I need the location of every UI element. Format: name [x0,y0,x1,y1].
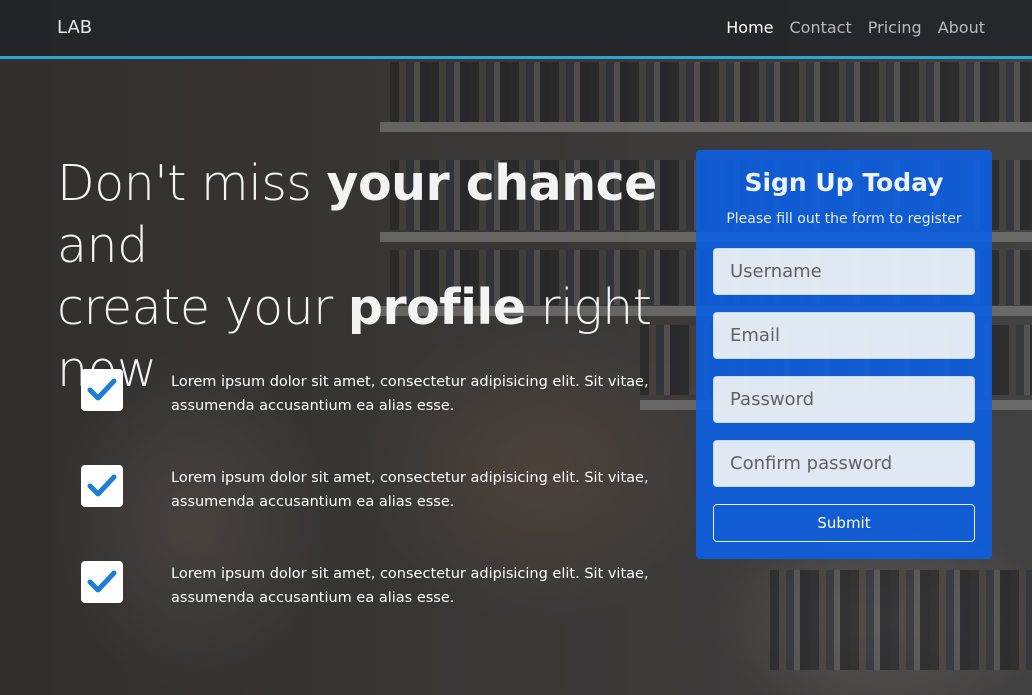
nav-home[interactable]: Home [726,18,773,37]
nav-contact[interactable]: Contact [790,18,852,37]
brand-logo[interactable]: LAB [57,17,92,38]
signup-subtitle: Please fill out the form to register [726,211,962,227]
checkbox-icon [81,465,123,507]
feature-text: Lorem ipsum dolor sit amet, consectetur … [171,470,649,510]
password-input[interactable] [713,376,975,423]
nav-links: Home Contact Pricing About [726,18,985,37]
headline-text: Don't miss [57,155,327,212]
confirm-password-input[interactable] [713,440,975,487]
feature-item: Lorem ipsum dolor sit amet, consectetur … [81,369,681,417]
headline-text: create your [57,279,348,336]
headline-text: and [57,217,148,274]
submit-button[interactable]: Submit [713,504,975,542]
username-input[interactable] [713,248,975,295]
navbar: LAB Home Contact Pricing About [0,0,1032,59]
headline-text: right [525,279,652,336]
signup-title: Sign Up Today [744,168,944,197]
headline-emphasis: profile [347,279,526,336]
signup-card: Sign Up Today Please fill out the form t… [696,150,992,559]
feature-item: Lorem ipsum dolor sit amet, consectetur … [81,465,681,513]
checkbox-icon [81,369,123,411]
feature-text: Lorem ipsum dolor sit amet, consectetur … [171,566,649,606]
nav-pricing[interactable]: Pricing [868,18,922,37]
hero-headline: Don't miss your chance and create your p… [57,153,697,401]
headline-emphasis: your chance [326,155,658,212]
nav-about[interactable]: About [938,18,985,37]
checkbox-icon [81,561,123,603]
feature-text: Lorem ipsum dolor sit amet, consectetur … [171,374,649,414]
email-input[interactable] [713,312,975,359]
feature-item: Lorem ipsum dolor sit amet, consectetur … [81,561,681,609]
